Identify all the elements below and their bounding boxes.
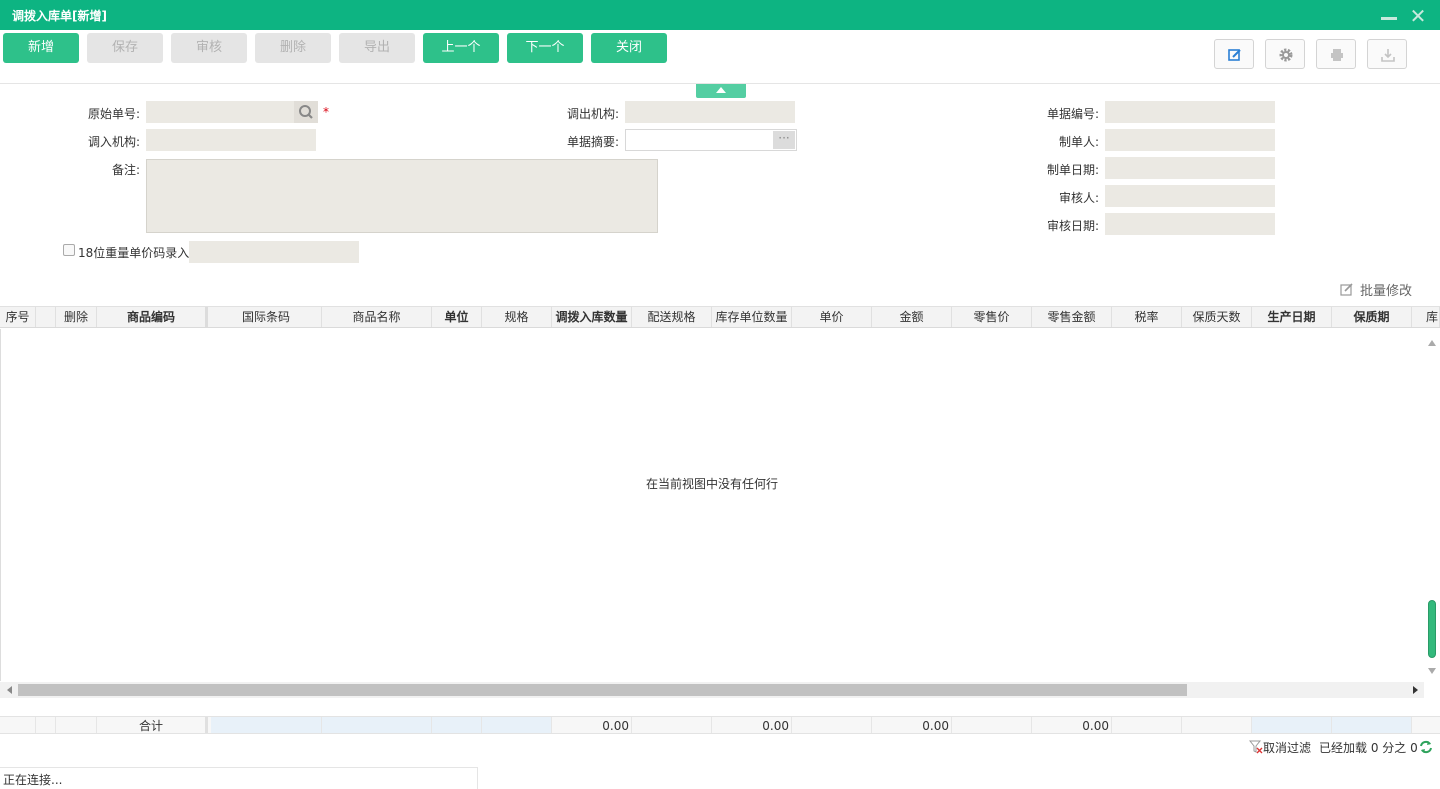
col-header[interactable]: 调拨入库数量: [552, 307, 632, 327]
auditor-input[interactable]: [1105, 185, 1275, 207]
export-button[interactable]: 导出: [339, 33, 415, 63]
col-header[interactable]: 单价: [792, 307, 872, 327]
col-header[interactable]: 库存单位数量: [712, 307, 792, 327]
empty-message: 在当前视图中没有任何行: [646, 477, 779, 491]
col-header[interactable]: 删除: [56, 307, 97, 327]
gear-icon: [1279, 48, 1293, 62]
download-button[interactable]: [1367, 39, 1407, 69]
orig-no-search-button[interactable]: [294, 101, 318, 123]
col-header[interactable]: 国际条码: [211, 307, 322, 327]
close-icon[interactable]: ✕: [1409, 6, 1427, 26]
search-icon: [299, 105, 313, 119]
auditor-label: 审核人:: [1058, 191, 1099, 205]
edit-button[interactable]: [1214, 39, 1254, 69]
summary-label: 单据摘要:: [566, 135, 619, 149]
download-icon: [1381, 49, 1395, 62]
col-header-spacer: [36, 307, 56, 327]
refresh-icon: [1420, 740, 1432, 754]
col-header[interactable]: 税率: [1112, 307, 1182, 327]
new-button[interactable]: 新增: [3, 33, 79, 63]
scroll-left-icon[interactable]: [7, 686, 12, 694]
previous-button[interactable]: 上一个: [423, 33, 499, 63]
next-button[interactable]: 下一个: [507, 33, 583, 63]
remark-textarea[interactable]: [146, 159, 658, 233]
grid-header: 序号 删除 商品编码 国际条码 商品名称 单位 规格 调拨入库数量 配送规格 库…: [0, 306, 1440, 328]
connection-status: 正在连接...: [0, 767, 478, 789]
col-header[interactable]: 保质天数: [1182, 307, 1252, 327]
barcode18-label: 18位重量单价码录入: [78, 246, 190, 260]
doc-no-label: 单据编号:: [1046, 107, 1099, 121]
orig-no-label: 原始单号:: [87, 107, 140, 121]
stock-qty-total: 0.00: [712, 717, 792, 733]
barcode18-checkbox[interactable]: [63, 244, 75, 256]
toolbar: 新增 保存 审核 删除 导出 上一个 下一个 关闭: [0, 30, 1440, 84]
edit-icon: [1228, 49, 1241, 61]
scroll-down-icon[interactable]: [1428, 668, 1436, 674]
col-header[interactable]: 零售金额: [1032, 307, 1112, 327]
batch-edit-button[interactable]: 批量修改: [1340, 280, 1412, 299]
qty-total: 0.00: [552, 717, 632, 733]
delete-button[interactable]: 删除: [255, 33, 331, 63]
close-button[interactable]: 关闭: [591, 33, 667, 63]
col-header[interactable]: 商品编码: [97, 307, 208, 327]
window-title: 调拨入库单[新增]: [12, 9, 107, 23]
title-bar: 调拨入库单[新增] ✕: [0, 0, 1440, 30]
audit-date-input[interactable]: [1105, 213, 1275, 235]
batch-edit-label: 批量修改: [1360, 284, 1413, 299]
summary-picker-button[interactable]: ···: [773, 131, 795, 149]
create-date-input[interactable]: [1105, 157, 1275, 179]
settings-button[interactable]: [1265, 39, 1305, 69]
audit-date-label: 审核日期:: [1046, 219, 1099, 233]
print-icon: [1331, 49, 1343, 61]
horizontal-scrollbar[interactable]: [0, 682, 1424, 698]
grid-footer: 合计 0.00 0.00 0.00 0.00: [0, 716, 1440, 734]
create-date-label: 制单日期:: [1046, 163, 1099, 177]
orig-no-input[interactable]: [146, 101, 296, 123]
scroll-right-icon[interactable]: [1413, 686, 1418, 694]
creator-input[interactable]: [1105, 129, 1275, 151]
audit-button[interactable]: 审核: [171, 33, 247, 63]
scroll-up-icon[interactable]: [1428, 340, 1436, 346]
summary-input[interactable]: [625, 129, 797, 151]
save-button[interactable]: 保存: [87, 33, 163, 63]
cancel-filter-button[interactable]: 取消过滤: [1248, 739, 1312, 756]
refresh-button[interactable]: [1418, 739, 1434, 758]
barcode18-input[interactable]: [189, 241, 359, 263]
col-header[interactable]: 配送规格: [632, 307, 712, 327]
scroll-thumb[interactable]: [18, 684, 1187, 696]
collapse-toggle[interactable]: [696, 84, 746, 98]
cancel-filter-label: 取消过滤: [1263, 741, 1312, 755]
filter-cancel-icon: [1248, 740, 1263, 754]
in-org-label: 调入机构:: [87, 135, 140, 149]
col-header[interactable]: 序号: [0, 307, 36, 327]
col-header[interactable]: 保质期: [1332, 307, 1412, 327]
col-header[interactable]: 商品名称: [322, 307, 432, 327]
col-header[interactable]: 生产日期: [1252, 307, 1332, 327]
doc-no-input[interactable]: [1105, 101, 1275, 123]
grid-body: [0, 329, 1424, 681]
col-header[interactable]: 单位: [432, 307, 482, 327]
loaded-count: 已经加载 0 分之 0: [1319, 741, 1418, 755]
print-button[interactable]: [1316, 39, 1356, 69]
col-header[interactable]: 零售价: [952, 307, 1032, 327]
col-header[interactable]: 规格: [482, 307, 552, 327]
vertical-scrollbar[interactable]: [1424, 336, 1440, 681]
required-mark: *: [323, 105, 329, 119]
total-label: 合计: [97, 717, 208, 733]
col-header[interactable]: 金额: [872, 307, 952, 327]
out-org-input[interactable]: [625, 101, 795, 123]
col-header[interactable]: 库: [1412, 307, 1440, 327]
retail-amount-total: 0.00: [1032, 717, 1112, 733]
minimize-icon[interactable]: [1380, 8, 1398, 22]
out-org-label: 调出机构:: [566, 107, 619, 121]
amount-total: 0.00: [872, 717, 952, 733]
in-org-input[interactable]: [146, 129, 316, 151]
remark-label: 备注:: [111, 163, 140, 177]
creator-label: 制单人:: [1058, 135, 1099, 149]
edit-icon: [1340, 283, 1353, 296]
scroll-thumb[interactable]: [1428, 600, 1436, 658]
